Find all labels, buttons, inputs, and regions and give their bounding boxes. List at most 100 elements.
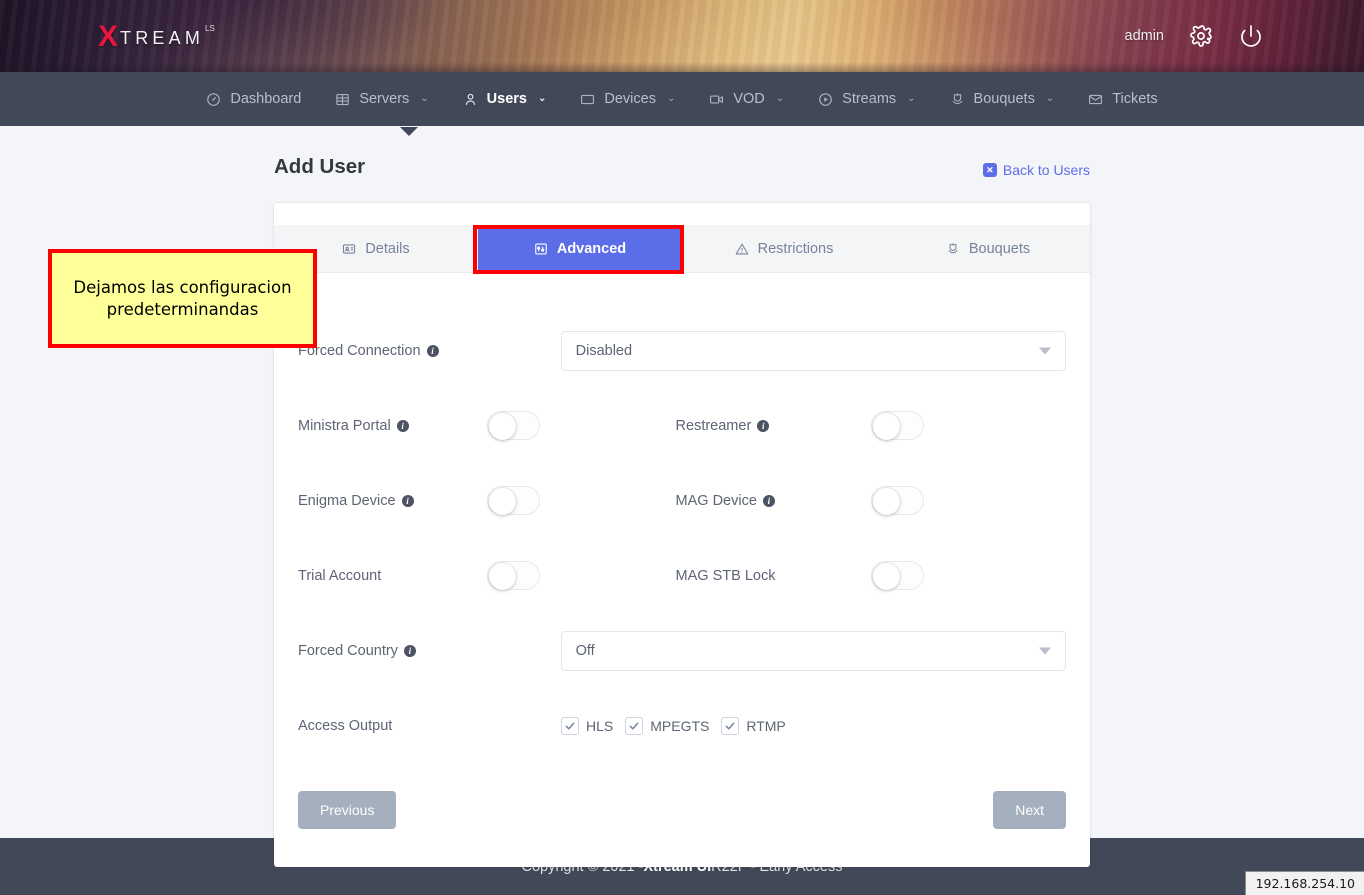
- nav-label: Dashboard: [230, 91, 301, 107]
- tab-bouquets[interactable]: Bouquets: [886, 225, 1090, 272]
- dashboard-icon: [206, 92, 221, 107]
- toggle-knob: [489, 488, 516, 515]
- nav-item-servers[interactable]: Servers ⌄: [318, 72, 445, 126]
- chevron-down-icon: [1039, 347, 1051, 354]
- label-text: Ministra Portal: [298, 418, 391, 434]
- row-ministra-restreamer: Ministra Portal i Restreamer i: [298, 388, 1066, 463]
- ministra-portal-toggle[interactable]: [487, 411, 540, 440]
- chevron-down-icon: ⌄: [907, 93, 915, 104]
- label-text: MAG STB Lock: [676, 568, 776, 584]
- active-nav-pointer: [400, 127, 418, 136]
- nav-label: Servers: [359, 91, 409, 107]
- restreamer-toggle[interactable]: [871, 411, 924, 440]
- app-logo[interactable]: X TREAM LS: [98, 22, 215, 52]
- label-mag-device: MAG Device i: [676, 493, 871, 509]
- label-text: Access Output: [298, 718, 392, 734]
- next-button[interactable]: Next: [993, 791, 1066, 829]
- checkbox-hls[interactable]: HLS: [561, 717, 613, 735]
- gear-icon[interactable]: [1188, 23, 1214, 49]
- label-text: Restreamer: [676, 418, 752, 434]
- id-card-icon: [342, 242, 356, 256]
- label-access-output: Access Output: [298, 718, 561, 734]
- tab-label: Bouquets: [969, 241, 1030, 257]
- trial-account-toggle[interactable]: [487, 561, 540, 590]
- logo-x-mark: X: [98, 22, 118, 52]
- logo-superscript: LS: [205, 24, 215, 33]
- nav-item-users[interactable]: Users ⌄: [446, 72, 564, 126]
- cell-mag-stb-toggle: [871, 561, 1066, 590]
- mag-device-toggle[interactable]: [871, 486, 924, 515]
- tab-advanced[interactable]: Advanced: [478, 225, 682, 272]
- page-title: Add User: [274, 155, 365, 179]
- play-icon: [818, 92, 833, 107]
- chevron-down-icon: ⌄: [538, 93, 546, 104]
- logo-wordmark: TREAM: [120, 28, 204, 49]
- forced-country-select[interactable]: Off: [561, 631, 1066, 671]
- back-to-users-link[interactable]: ✕ Back to Users: [983, 162, 1090, 178]
- nav-label: Users: [487, 91, 527, 107]
- status-bar-ip: 192.168.254.10: [1245, 871, 1364, 895]
- label-text: Trial Account: [298, 568, 381, 584]
- chevron-down-icon: ⌄: [776, 93, 784, 104]
- nav-label: VOD: [733, 91, 764, 107]
- cell-ministra-toggle: [487, 411, 676, 440]
- check-icon: [561, 717, 579, 735]
- info-icon[interactable]: i: [757, 420, 769, 432]
- check-icon: [721, 717, 739, 735]
- forced-connection-select[interactable]: Disabled: [561, 331, 1066, 371]
- row-forced-connection: Forced Connection i Disabled: [298, 313, 1066, 388]
- checkbox-mpegts[interactable]: MPEGTS: [625, 717, 709, 735]
- banner-actions: admin: [1125, 0, 1265, 72]
- chevron-down-icon: ⌄: [1046, 93, 1054, 104]
- tab-bar: Details Advanced: [274, 225, 1090, 273]
- back-link-label: Back to Users: [1003, 162, 1090, 178]
- nav-label: Devices: [604, 91, 656, 107]
- label-text: MAG Device: [676, 493, 757, 509]
- info-icon[interactable]: i: [404, 645, 416, 657]
- nav-item-vod[interactable]: VOD ⌄: [692, 72, 801, 126]
- row-trial-magstb: Trial Account MAG STB Lock: [298, 538, 1066, 613]
- warning-icon: [735, 242, 749, 256]
- main-navigation: Dashboard Servers ⌄ Users ⌄: [0, 72, 1364, 126]
- forced-country-value: Off: [576, 643, 595, 659]
- nav-item-bouquets[interactable]: Bouquets ⌄: [933, 72, 1072, 126]
- mail-icon: [1088, 92, 1103, 107]
- label-ministra-portal: Ministra Portal i: [298, 418, 487, 434]
- cell-trial-toggle: [487, 561, 676, 590]
- access-output-checkboxes: HLS MPEGTS RTMP: [561, 717, 786, 735]
- sliders-icon: [534, 242, 548, 256]
- device-icon: [580, 92, 595, 107]
- power-icon[interactable]: [1238, 23, 1264, 49]
- tab-restrictions[interactable]: Restrictions: [682, 225, 886, 272]
- toggle-knob: [873, 413, 900, 440]
- toggle-knob: [873, 488, 900, 515]
- row-access-output: Access Output HLS: [298, 688, 1066, 763]
- mag-stb-lock-toggle[interactable]: [871, 561, 924, 590]
- app-root: X TREAM LS admin: [0, 0, 1364, 895]
- nav-item-devices[interactable]: Devices ⌄: [563, 72, 692, 126]
- enigma-device-toggle[interactable]: [487, 486, 540, 515]
- nav-item-dashboard[interactable]: Dashboard: [189, 72, 318, 126]
- toggle-knob: [489, 563, 516, 590]
- page-body: Add User ✕ Back to Users Details: [0, 126, 1364, 838]
- video-icon: [709, 92, 724, 107]
- nav-label: Tickets: [1112, 91, 1157, 107]
- info-icon[interactable]: i: [763, 495, 775, 507]
- checkbox-label: MPEGTS: [650, 718, 709, 734]
- previous-button[interactable]: Previous: [298, 791, 396, 829]
- label-text: Enigma Device: [298, 493, 396, 509]
- top-banner: X TREAM LS admin: [0, 0, 1364, 72]
- card-top-strip: [274, 203, 1090, 225]
- label-enigma-device: Enigma Device i: [298, 493, 487, 509]
- info-icon[interactable]: i: [402, 495, 414, 507]
- nav-item-streams[interactable]: Streams ⌄: [801, 72, 932, 126]
- tab-label: Details: [365, 241, 409, 257]
- toggle-knob: [489, 413, 516, 440]
- info-icon[interactable]: i: [427, 345, 439, 357]
- checkbox-rtmp[interactable]: RTMP: [721, 717, 785, 735]
- close-icon: ✕: [983, 163, 997, 177]
- cell-enigma-toggle: [487, 486, 676, 515]
- chevron-down-icon: [1039, 647, 1051, 654]
- info-icon[interactable]: i: [397, 420, 409, 432]
- nav-item-tickets[interactable]: Tickets: [1071, 72, 1174, 126]
